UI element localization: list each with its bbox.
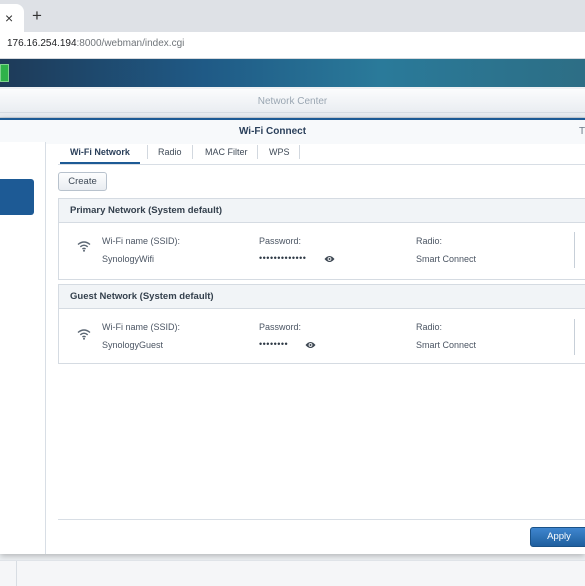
eye-icon[interactable] <box>324 255 335 263</box>
bottom-strip <box>0 560 585 586</box>
password-value: •••••••• <box>259 339 289 349</box>
column-divider <box>574 319 575 355</box>
apply-button[interactable]: Apply <box>530 527 585 547</box>
primary-network-title: Primary Network (System default) <box>70 205 223 216</box>
network-center-window-header: Network Center <box>0 89 585 118</box>
radio-value: Smart Connect <box>416 254 477 264</box>
wifi-connect-window: Wi-Fi Connect T Wi-Fi Network Radio MAC … <box>0 118 585 554</box>
guest-network-title: Guest Network (System default) <box>70 291 214 302</box>
tab-wps[interactable]: WPS <box>269 147 290 157</box>
plus-icon[interactable]: + <box>32 7 42 25</box>
primary-network-panel: Primary Network (System default) Wi-Fi n… <box>58 198 585 280</box>
password-label: Password: <box>259 322 302 332</box>
active-tab-indicator <box>60 162 140 164</box>
wifi-icon <box>77 241 91 252</box>
sidebar-item-selected[interactable] <box>0 179 34 215</box>
column-divider <box>574 232 575 268</box>
tab-separator <box>257 145 258 159</box>
url-host: 176.16.254.194 <box>7 38 77 49</box>
bottom-divider <box>16 561 17 586</box>
tab-separator <box>299 145 300 159</box>
panel-header: Primary Network (System default) <box>59 199 585 223</box>
footer-divider <box>58 519 585 520</box>
tab-mac-filter[interactable]: MAC Filter <box>205 147 248 157</box>
panel-header: Guest Network (System default) <box>59 285 585 309</box>
app-icon[interactable] <box>0 64 9 82</box>
header-right-text: T <box>579 126 585 137</box>
wifi-connect-title: Wi-Fi Connect <box>238 126 307 137</box>
eye-icon[interactable] <box>305 341 316 349</box>
create-button[interactable]: Create <box>58 172 107 191</box>
ssid-value: SynologyWifi <box>102 254 155 264</box>
sidebar <box>0 142 46 554</box>
tab-separator <box>147 145 148 159</box>
radio-label: Radio: <box>416 236 443 246</box>
ssid-label: Wi-Fi name (SSID): <box>102 236 181 246</box>
tab-separator <box>192 145 193 159</box>
address-bar[interactable]: 176.16.254.194:8000/webman/index.cgi <box>0 32 585 59</box>
tab-bar: Wi-Fi Network Radio MAC Filter WPS <box>58 142 585 165</box>
network-center-title: Network Center <box>257 96 328 107</box>
ssid-label: Wi-Fi name (SSID): <box>102 322 181 332</box>
wifi-icon <box>77 329 91 340</box>
browser-tab[interactable]: × <box>0 4 24 32</box>
ssid-value: SynologyGuest <box>102 340 164 350</box>
radio-label: Radio: <box>416 322 443 332</box>
url-text[interactable]: 176.16.254.194:8000/webman/index.cgi <box>7 38 184 49</box>
url-path: :8000/webman/index.cgi <box>76 38 185 49</box>
wifi-connect-header: Wi-Fi Connect T <box>0 118 585 144</box>
dsm-taskbar <box>0 59 585 87</box>
guest-network-panel: Guest Network (System default) Wi-Fi nam… <box>58 284 585 364</box>
close-icon[interactable]: × <box>5 9 13 27</box>
radio-value: Smart Connect <box>416 340 477 350</box>
tab-wifi-network[interactable]: Wi-Fi Network <box>70 147 130 157</box>
browser-tab-bar: × + <box>0 0 585 32</box>
password-label: Password: <box>259 236 302 246</box>
tab-radio[interactable]: Radio <box>158 147 182 157</box>
password-value: ••••••••••••• <box>259 253 307 263</box>
